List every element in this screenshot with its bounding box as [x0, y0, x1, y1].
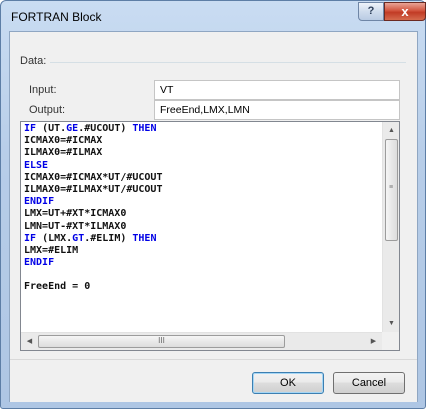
code-editor[interactable]: IF (UT.GE.#UCOUT) THEN ICMAX0=#ICMAX ILMAX… [20, 121, 400, 351]
horizontal-scrollbar[interactable]: ◀ III ▶ [21, 332, 382, 350]
code-token: ICMAX0=#ICMAX*UT/#UCOUT [24, 171, 163, 183]
code-line: IF (UT.GE.#UCOUT) THEN [24, 123, 380, 135]
code-token: .#ELIM) [84, 232, 133, 244]
code-token: ILMAX0=#ILMAX [24, 147, 103, 159]
code-line: ENDIF [24, 196, 380, 208]
code-line: LMX=#ELIM [24, 245, 380, 257]
input-field[interactable]: VT [154, 80, 400, 100]
button-bar: OK Cancel [10, 359, 417, 402]
scrollbar-corner [382, 332, 399, 350]
code-token: .#UCOUT) [78, 123, 133, 134]
scroll-down-arrow-icon[interactable]: ▼ [383, 315, 400, 332]
code-text[interactable]: IF (UT.GE.#UCOUT) THEN ICMAX0=#ICMAX ILMAX… [24, 123, 380, 328]
vertical-scrollbar[interactable]: ▲ ≡ ▼ [382, 122, 399, 332]
code-keyword: GE [66, 123, 79, 134]
help-button[interactable]: ? [358, 2, 384, 21]
code-token: (UT. [36, 123, 67, 134]
code-line: LMX=UT+#XT*ICMAX0 [24, 208, 380, 220]
help-icon: ? [367, 5, 375, 17]
code-line: ICMAX0=#ICMAX [24, 135, 380, 147]
code-line: FreeEnd = 0 [24, 281, 380, 293]
code-line: LMN=UT-#XT*ILMAX0 [24, 221, 380, 233]
code-token: (LMX. [36, 232, 73, 244]
cancel-button[interactable]: Cancel [333, 372, 405, 394]
code-keyword: ELSE [24, 159, 49, 171]
code-token: LMN=UT-#XT*ILMAX0 [24, 220, 127, 232]
code-keyword: ENDIF [24, 257, 55, 269]
code-token: LMX=UT+#XT*ICMAX0 [24, 208, 127, 220]
code-line: ENDIF [24, 257, 380, 269]
close-button[interactable]: x [384, 2, 426, 21]
code-line: IF (LMX.GT.#ELIM) THEN [24, 233, 380, 245]
code-keyword: THEN [132, 123, 157, 134]
code-keyword: ENDIF [24, 196, 55, 208]
code-token: FreeEnd = 0 [24, 281, 91, 293]
vertical-scroll-thumb[interactable]: ≡ [385, 139, 398, 241]
code-token: ILMAX0=#ILMAX*UT/#UCOUT [24, 183, 163, 195]
code-keyword: IF [24, 232, 37, 244]
code-line: ILMAX0=#ILMAX*UT/#UCOUT [24, 184, 380, 196]
code-line: ICMAX0=#ICMAX*UT/#UCOUT [24, 172, 380, 184]
output-label: Output: [29, 104, 66, 116]
fortran-block-dialog: FORTRAN Block ? x Data: Input: VT Output… [0, 0, 426, 409]
code-token: ICMAX0=#ICMAX [24, 135, 103, 147]
code-keyword: IF [24, 123, 37, 134]
grip-icon: ≡ [389, 184, 394, 191]
scroll-up-arrow-icon[interactable]: ▲ [383, 122, 400, 139]
ok-button[interactable]: OK [252, 372, 324, 394]
window-title: FORTRAN Block [11, 10, 102, 24]
data-group-title: Data: [20, 55, 47, 67]
output-field[interactable]: FreeEnd,LMX,LMN [154, 100, 400, 120]
close-icon: x [401, 4, 409, 19]
code-line: ELSE [24, 160, 380, 172]
scroll-right-arrow-icon[interactable]: ▶ [365, 333, 382, 350]
code-line: ILMAX0=#ILMAX [24, 147, 380, 159]
code-keyword: THEN [132, 232, 157, 244]
dialog-body: Data: Input: VT Output: FreeEnd,LMX,LMN … [9, 31, 418, 402]
title-bar[interactable]: FORTRAN Block ? x [1, 1, 426, 31]
code-keyword: GT [72, 232, 85, 244]
input-label: Input: [29, 84, 57, 96]
horizontal-scroll-thumb[interactable]: III [38, 335, 285, 348]
group-divider [50, 62, 406, 63]
scroll-left-arrow-icon[interactable]: ◀ [21, 333, 38, 350]
code-token: LMX=#ELIM [24, 244, 79, 256]
grip-icon: III [158, 336, 165, 345]
